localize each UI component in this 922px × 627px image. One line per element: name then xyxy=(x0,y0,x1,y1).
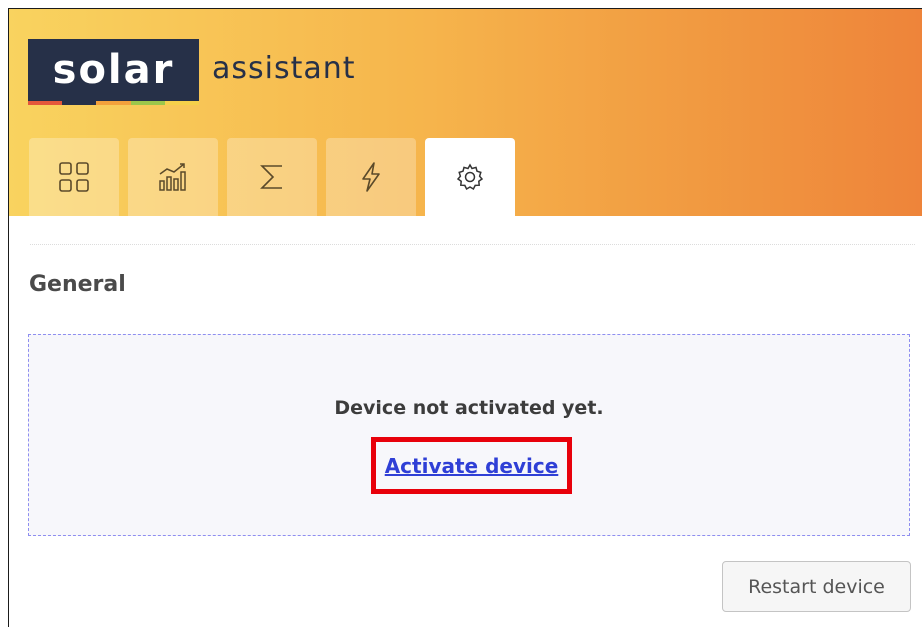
section-title: General xyxy=(29,272,126,297)
header-banner: solar assistant xyxy=(9,9,922,216)
activation-panel: Device not activated yet. Activate devic… xyxy=(28,334,910,536)
divider xyxy=(30,244,915,245)
tab-totals[interactable] xyxy=(227,138,317,216)
logo-color-bar xyxy=(28,101,199,105)
logo-subtitle: assistant xyxy=(212,51,356,86)
lightning-power-icon xyxy=(362,162,380,192)
logo-bar-segment xyxy=(96,101,131,105)
sigma-totals-icon xyxy=(260,165,282,189)
logo-bar-segment xyxy=(62,101,97,105)
gear-settings-icon xyxy=(456,163,484,191)
tab-power[interactable] xyxy=(326,138,416,216)
activate-device-link[interactable]: Activate device xyxy=(385,454,559,478)
logo-bar-segment xyxy=(28,101,63,105)
activation-status-message: Device not activated yet. xyxy=(334,397,604,419)
app-window: solar assistant General Device not activ… xyxy=(0,0,922,627)
restart-device-button[interactable]: Restart device xyxy=(722,561,911,612)
tab-dashboard[interactable] xyxy=(29,138,119,216)
highlight-annotation-box: Activate device xyxy=(371,437,572,494)
tab-settings[interactable] xyxy=(425,138,515,216)
logo-bar-segment xyxy=(130,101,165,105)
dashboard-grid-icon xyxy=(59,162,89,192)
tab-charts[interactable] xyxy=(128,138,218,216)
logo-bar-segment xyxy=(164,101,199,105)
logo[interactable]: solar xyxy=(28,39,199,105)
logo-text: solar xyxy=(52,47,175,93)
charts-icon xyxy=(159,163,186,191)
